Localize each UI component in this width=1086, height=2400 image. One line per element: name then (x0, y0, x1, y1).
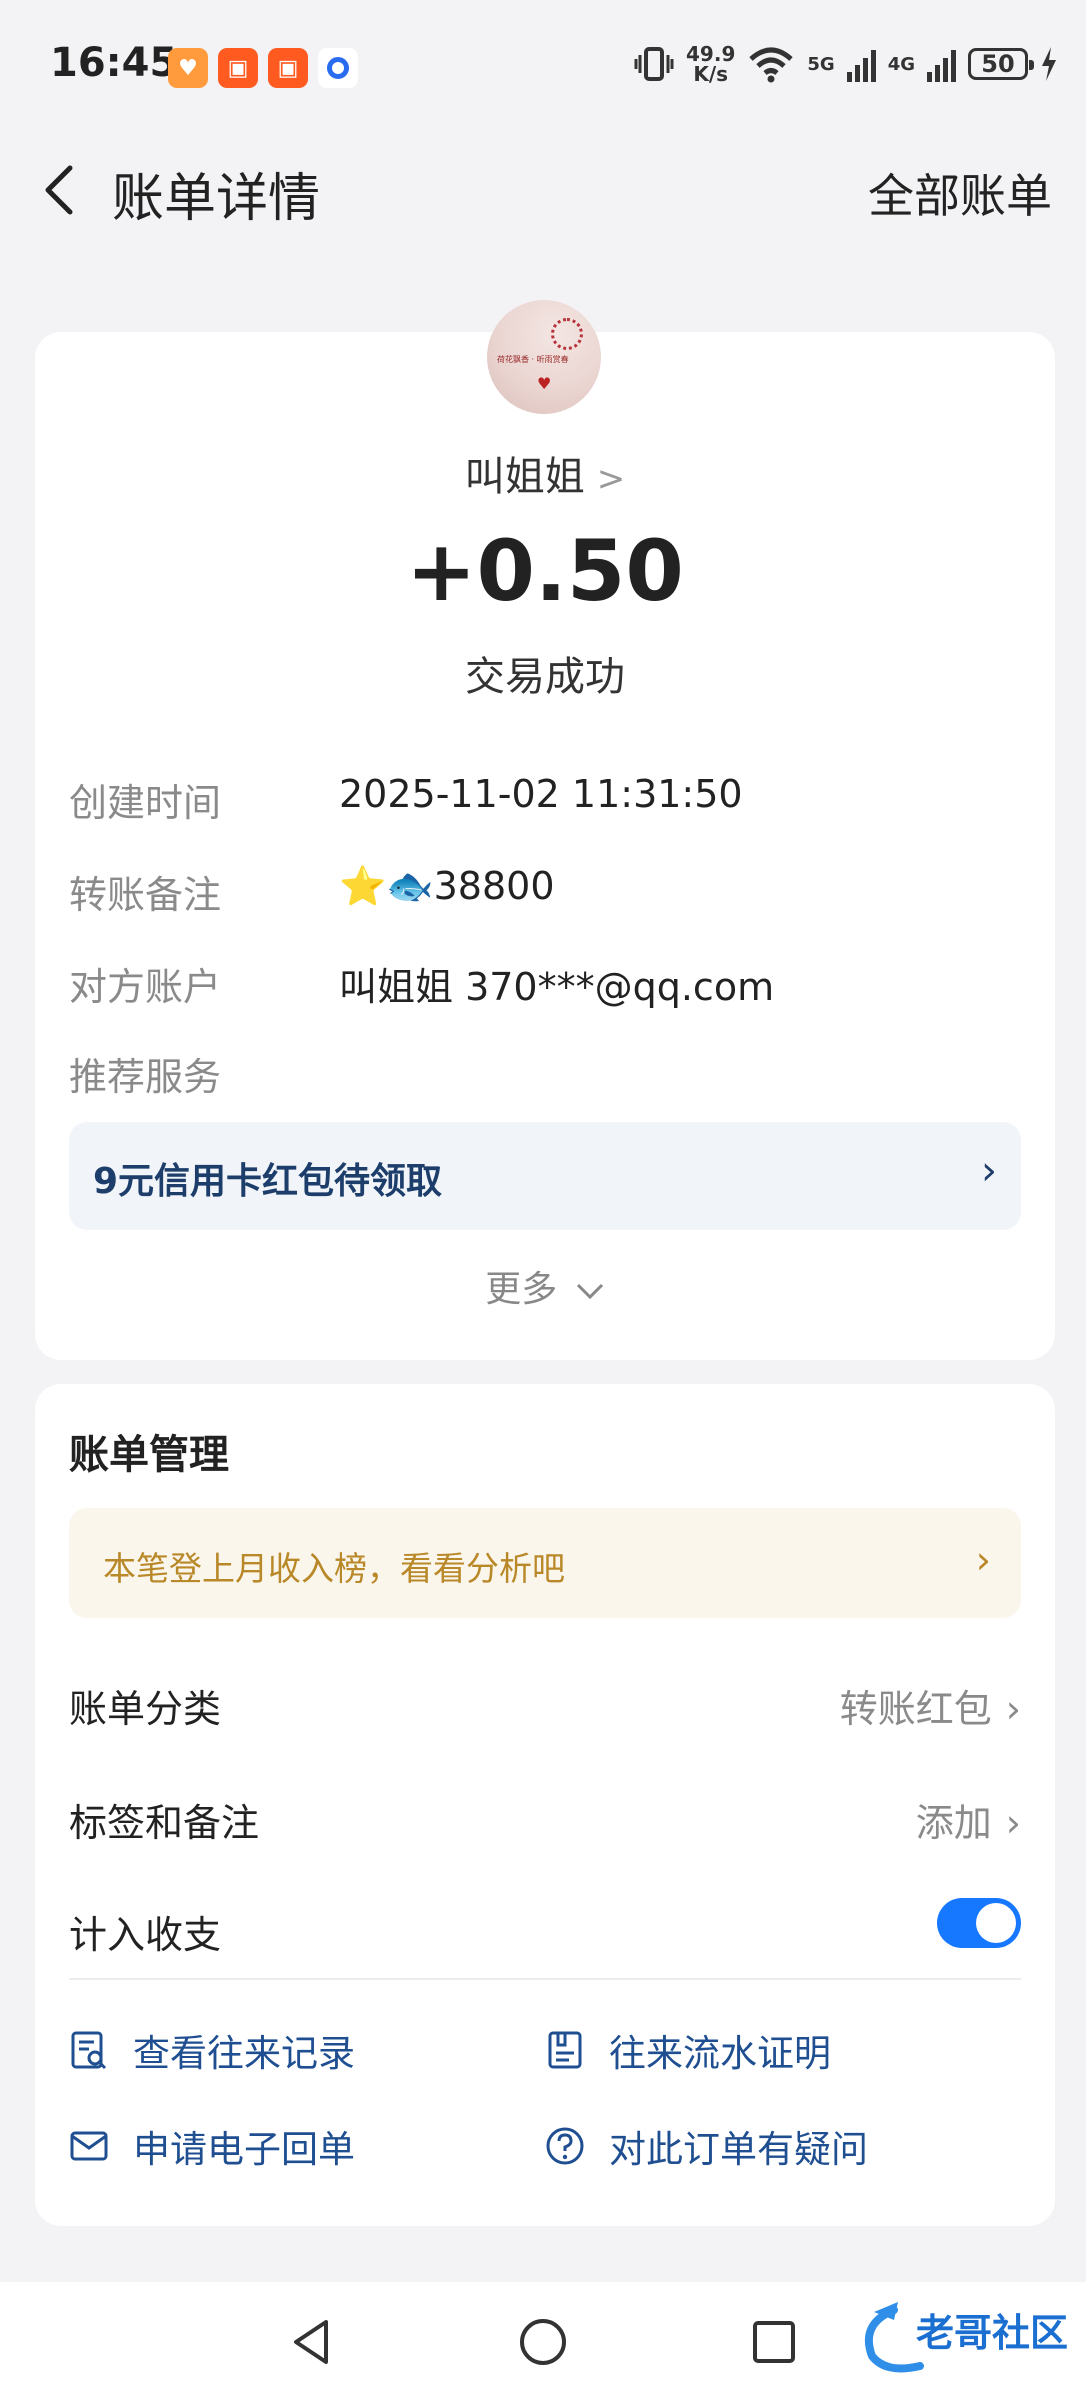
back-arrow-icon[interactable] (36, 162, 86, 218)
bill-category-row[interactable]: 账单分类 转账红包 › (69, 1678, 1021, 1738)
more-toggle[interactable]: 更多 (35, 1260, 1055, 1312)
charging-icon (1042, 47, 1056, 81)
row-value: 转账红包 › (839, 1687, 1021, 1731)
link-label: 往来流水证明 (609, 2032, 831, 2075)
count-in-balance-toggle[interactable] (937, 1898, 1021, 1948)
chevron-right-icon: › (975, 1538, 991, 1582)
detail-label: 推荐服务 (69, 1055, 222, 1099)
row-value: 添加 › (915, 1801, 1021, 1845)
chevron-right-icon: › (981, 1148, 997, 1194)
detail-value: 2025-11-02 11:31:50 (339, 772, 743, 816)
section-title: 账单管理 (69, 1432, 229, 1478)
battery-icon: 50 (968, 48, 1034, 80)
nav-home-icon[interactable] (517, 2316, 569, 2368)
vibrate-icon (634, 47, 674, 81)
transaction-status: 交易成功 (465, 654, 625, 700)
view-history-link[interactable]: 查看往来记录 (69, 2020, 355, 2080)
toggle-knob (976, 1903, 1016, 1943)
count-in-balance-row: 计入收支 (69, 1898, 1021, 1964)
network-4g-label: 4G (887, 53, 915, 75)
record-icon (318, 48, 358, 88)
signal-5g-icon (846, 46, 876, 82)
flower-decoration (551, 318, 583, 350)
divider (69, 1978, 1021, 1980)
nav-recents-icon[interactable] (748, 2316, 800, 2368)
svg-text:老哥社区: 老哥社区 (916, 2311, 1068, 2355)
heart-app-icon: ♥ (168, 48, 208, 88)
chevron-right-icon: > (596, 459, 626, 499)
detail-row-recommended: 推荐服务 (69, 1046, 1021, 1106)
statement-proof-link[interactable]: 往来流水证明 (545, 2020, 831, 2080)
payee-name-link[interactable]: 叫姐姐 > (35, 444, 1055, 502)
app-icon: ▣ (268, 48, 308, 88)
all-bills-link[interactable]: 全部账单 (868, 160, 1052, 226)
app-icon: ▣ (218, 48, 258, 88)
link-label: 查看往来记录 (133, 2032, 355, 2075)
network-5g-label: 5G (807, 53, 835, 75)
notification-icons: ♥ ▣ ▣ (168, 48, 358, 88)
watermark-logo: 老哥社区 (854, 2294, 1074, 2380)
detail-row-transfer-note: 转账备注 ⭐🐟38800 (69, 864, 1021, 924)
system-nav-bar: 老哥社区 (0, 2282, 1086, 2400)
document-icon (548, 2031, 582, 2069)
mail-icon (70, 2131, 108, 2161)
transaction-card: 荷花飘香 · 听雨赏春 ♥ 叫姐姐 > +0.50 交易成功 创建时间 2025-… (35, 300, 1055, 1360)
question-icon (546, 2127, 584, 2165)
row-label: 标签和备注 (69, 1801, 260, 1845)
transaction-amount: +0.50 (406, 522, 684, 620)
detail-row-counterparty: 对方账户 叫姐姐 370***@qq.com (69, 956, 1021, 1016)
status-indicators: 49.9 K/s 5G 4G 50 (634, 44, 1058, 84)
status-bar: 16:45 ♥ ▣ ▣ 49.9 K/s 5G 4G 50 (0, 0, 1086, 140)
detail-label: 对方账户 (69, 965, 222, 1009)
chevron-right-icon: › (1005, 1687, 1021, 1731)
row-label: 账单分类 (69, 1687, 222, 1731)
avatar-art: 荷花飘香 · 听雨赏春 (497, 355, 569, 364)
order-question-link[interactable]: 对此订单有疑问 (545, 2116, 868, 2176)
more-label: 更多 (485, 1269, 558, 1310)
detail-label: 创建时间 (69, 781, 222, 825)
net-speed: 49.9 K/s (686, 42, 736, 86)
row-label: 计入收支 (69, 1913, 222, 1957)
detail-label: 转账备注 (69, 873, 222, 917)
chevron-right-icon: › (1005, 1801, 1021, 1845)
status-time: 16:45 (50, 40, 178, 86)
wifi-icon (749, 47, 794, 83)
promo-text: 9元信用卡红包待领取 (93, 1161, 443, 1202)
payee-avatar[interactable]: 荷花飘香 · 听雨赏春 ♥ (487, 300, 601, 414)
detail-value: ⭐🐟38800 (339, 864, 555, 908)
bill-management-card: 账单管理 本笔登上月收入榜，看看分析吧 › 账单分类 转账红包 › 标签和备注 添… (35, 1384, 1055, 2226)
heart-icon: ♥ (537, 374, 552, 393)
page-title: 账单详情 (112, 169, 321, 229)
nav-header: 账单详情 全部账单 (0, 140, 1086, 240)
detail-row-created-time: 创建时间 2025-11-02 11:31:50 (69, 772, 1021, 832)
income-rank-tip[interactable]: 本笔登上月收入榜，看看分析吧 › (69, 1508, 1021, 1618)
credit-card-promo[interactable]: 9元信用卡红包待领取 › (69, 1122, 1021, 1230)
payee-name: 叫姐姐 (464, 454, 585, 500)
record-list-icon (71, 2031, 107, 2070)
e-receipt-link[interactable]: 申请电子回单 (69, 2116, 355, 2176)
tip-text: 本笔登上月收入榜，看看分析吧 (103, 1549, 565, 1588)
signal-4g-icon (927, 46, 956, 82)
tags-notes-row[interactable]: 标签和备注 添加 › (69, 1792, 1021, 1852)
chevron-down-icon (576, 1283, 603, 1300)
link-label: 申请电子回单 (133, 2128, 355, 2171)
detail-value: 叫姐姐 370***@qq.com (339, 965, 775, 1009)
link-label: 对此订单有疑问 (609, 2128, 868, 2171)
nav-back-icon[interactable] (286, 2316, 338, 2368)
